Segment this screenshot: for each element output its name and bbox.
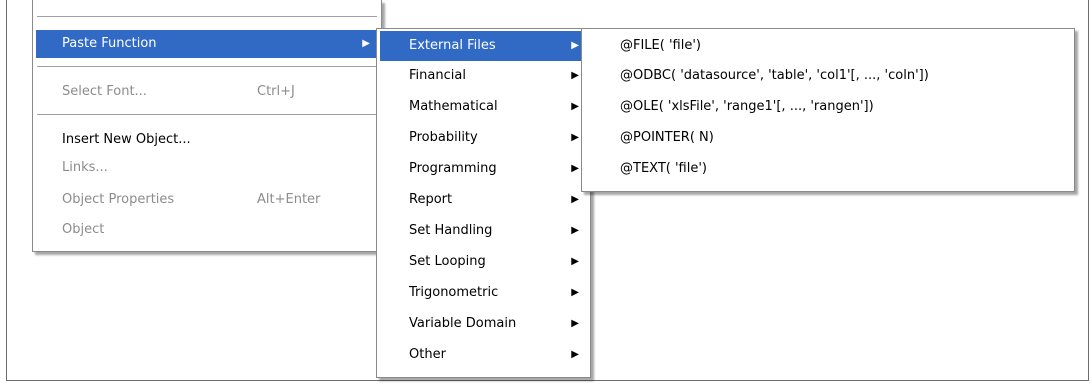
- menu-item-shortcut: Ctrl+J: [257, 84, 295, 99]
- submenu-item-probability[interactable]: Probability ▶: [380, 123, 587, 153]
- external-files-submenu: @FILE( 'file') @ODBC( 'datasource', 'tab…: [581, 28, 1075, 192]
- menu-separator: [37, 16, 377, 18]
- menu-item-object-properties[interactable]: Object Properties Alt+Enter: [36, 186, 378, 214]
- submenu-item-label: Probability: [409, 130, 478, 145]
- submenu-item-label: Mathematical: [409, 99, 498, 114]
- submenu-arrow-icon: ▶: [571, 70, 579, 81]
- submenu-item-label: Set Looping: [409, 254, 486, 269]
- menu-item-label: Links...: [62, 160, 108, 175]
- context-menu: Paste Function ▶ Select Font... Ctrl+J I…: [32, 0, 382, 252]
- menu-item-label: Select Font...: [62, 84, 147, 99]
- function-item-label: @ODBC( 'datasource', 'table', 'col1'[, .…: [620, 68, 929, 83]
- menu-separator: [37, 66, 377, 68]
- menu-item-object[interactable]: Object: [36, 216, 378, 244]
- function-item-pointer[interactable]: @POINTER( N): [585, 123, 1071, 153]
- menu-item-links[interactable]: Links...: [36, 154, 378, 182]
- submenu-arrow-icon: ▶: [362, 38, 370, 49]
- submenu-arrow-icon: ▶: [571, 287, 579, 298]
- function-item-ole[interactable]: @OLE( 'xlsFile', 'range1'[, ..., 'rangen…: [585, 92, 1071, 122]
- submenu-item-mathematical[interactable]: Mathematical ▶: [380, 92, 587, 122]
- function-item-odbc[interactable]: @ODBC( 'datasource', 'table', 'col1'[, .…: [585, 61, 1071, 91]
- submenu-item-programming[interactable]: Programming ▶: [380, 154, 587, 184]
- function-item-label: @TEXT( 'file'): [620, 161, 707, 176]
- submenu-arrow-icon: ▶: [571, 349, 579, 360]
- menu-item-label: Insert New Object...: [62, 132, 191, 147]
- function-item-label: @FILE( 'file'): [620, 38, 701, 53]
- submenu-item-other[interactable]: Other ▶: [380, 340, 587, 370]
- submenu-arrow-icon: ▶: [571, 40, 579, 51]
- menu-item-label: Object Properties: [62, 192, 175, 207]
- submenu-item-label: Other: [409, 347, 446, 362]
- function-item-text[interactable]: @TEXT( 'file'): [585, 154, 1071, 184]
- submenu-item-label: Report: [409, 192, 453, 207]
- function-item-file[interactable]: @FILE( 'file'): [585, 31, 1071, 61]
- submenu-item-label: Set Handling: [409, 223, 493, 238]
- function-item-label: @POINTER( N): [620, 130, 714, 145]
- submenu-arrow-icon: ▶: [571, 256, 579, 267]
- submenu-item-label: Trigonometric: [409, 285, 499, 300]
- menu-item-shortcut: Alt+Enter: [257, 192, 321, 207]
- submenu-item-set-looping[interactable]: Set Looping ▶: [380, 247, 587, 277]
- menu-item-paste-function[interactable]: Paste Function ▶: [36, 30, 378, 58]
- submenu-item-trigonometric[interactable]: Trigonometric ▶: [380, 278, 587, 308]
- submenu-arrow-icon: ▶: [571, 163, 579, 174]
- submenu-item-report[interactable]: Report ▶: [380, 185, 587, 215]
- submenu-item-external-files[interactable]: External Files ▶: [380, 31, 587, 61]
- submenu-item-label: Financial: [409, 68, 466, 83]
- submenu-arrow-icon: ▶: [571, 318, 579, 329]
- submenu-arrow-icon: ▶: [571, 132, 579, 143]
- menu-item-select-font[interactable]: Select Font... Ctrl+J: [36, 78, 378, 106]
- submenu-item-financial[interactable]: Financial ▶: [380, 61, 587, 91]
- function-item-label: @OLE( 'xlsFile', 'range1'[, ..., 'rangen…: [620, 99, 874, 114]
- submenu-item-label: Programming: [409, 161, 497, 176]
- menu-item-label: Object: [62, 222, 105, 237]
- submenu-arrow-icon: ▶: [571, 101, 579, 112]
- submenu-item-label: Variable Domain: [409, 316, 517, 331]
- menu-item-insert-new-object[interactable]: Insert New Object...: [36, 126, 378, 154]
- menu-item-label: Paste Function: [62, 36, 157, 51]
- submenu-arrow-icon: ▶: [571, 225, 579, 236]
- submenu-item-set-handling[interactable]: Set Handling ▶: [380, 216, 587, 246]
- submenu-item-variable-domain[interactable]: Variable Domain ▶: [380, 309, 587, 339]
- submenu-item-label: External Files: [409, 38, 496, 53]
- paste-function-submenu: External Files ▶ Financial ▶ Mathematica…: [376, 28, 591, 378]
- submenu-arrow-icon: ▶: [571, 194, 579, 205]
- menu-separator: [37, 114, 377, 116]
